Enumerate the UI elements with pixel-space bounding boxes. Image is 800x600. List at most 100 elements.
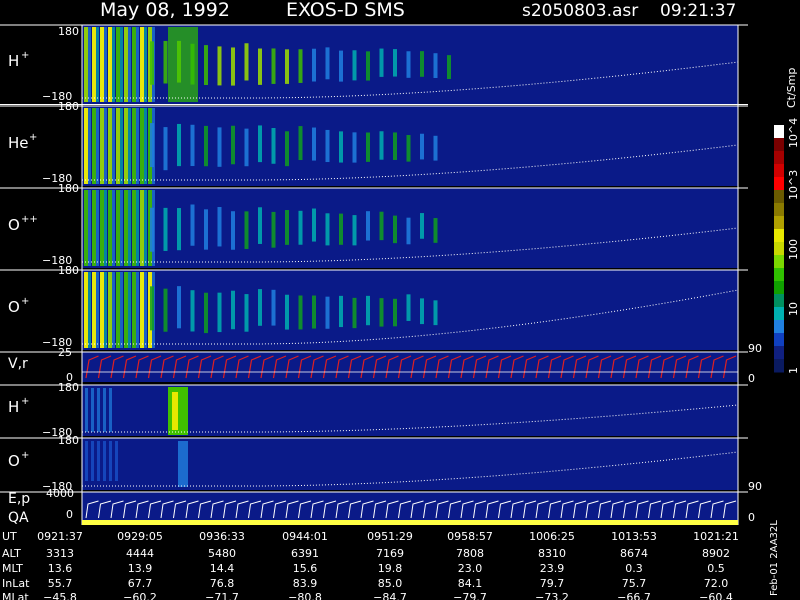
axis-tick: 180 xyxy=(58,381,79,394)
streak xyxy=(339,295,343,328)
table-cell: 0921:37 xyxy=(37,530,83,543)
streak xyxy=(91,388,94,432)
table-cell: 1013:53 xyxy=(611,530,657,543)
streak xyxy=(136,27,139,102)
streak xyxy=(366,132,370,162)
streak xyxy=(204,45,208,86)
table-cell: 0929:05 xyxy=(117,530,163,543)
axis-tick: 180 xyxy=(58,182,79,195)
streak xyxy=(190,290,195,332)
table-cell: 23.9 xyxy=(540,562,565,575)
streak xyxy=(393,49,397,77)
table-cell: −71.7 xyxy=(205,591,239,600)
streak xyxy=(144,27,147,102)
streak xyxy=(285,49,289,84)
colorbar-swatch xyxy=(774,203,784,217)
colorbar-swatch xyxy=(774,320,784,334)
streak xyxy=(420,213,424,239)
streak xyxy=(88,27,91,102)
streak xyxy=(298,49,303,83)
streak xyxy=(96,190,99,266)
streak xyxy=(379,211,384,241)
panel-label-sup: + xyxy=(21,396,29,407)
streak xyxy=(231,211,235,250)
panel-label-op: O + xyxy=(8,296,29,316)
streak xyxy=(271,48,276,84)
streak xyxy=(190,204,195,246)
colorbar-swatch xyxy=(774,229,784,243)
streak xyxy=(177,123,181,167)
streak xyxy=(325,47,330,80)
table-cell: 4444 xyxy=(126,547,154,560)
streak xyxy=(103,441,106,481)
header-date: May 08, 1992 xyxy=(100,0,230,21)
streak xyxy=(128,108,131,184)
streak xyxy=(312,208,316,242)
streak xyxy=(96,108,99,184)
streak xyxy=(325,129,330,163)
streak xyxy=(100,272,104,348)
streak xyxy=(231,47,235,86)
streak xyxy=(92,27,96,102)
table-cell: 75.7 xyxy=(622,577,647,590)
table-cell: 15.6 xyxy=(293,562,318,575)
table-cell: −45.8 xyxy=(43,591,77,600)
table-row-label: MLat xyxy=(2,591,29,600)
streak xyxy=(244,43,249,81)
streak xyxy=(420,133,424,160)
colorbar-tick: 100 xyxy=(787,239,800,260)
streak xyxy=(244,128,249,167)
streak xyxy=(433,53,438,78)
header-time: 09:21:37 xyxy=(660,1,736,21)
streak xyxy=(339,213,343,245)
table-cell: −73.2 xyxy=(535,591,569,600)
streak xyxy=(88,108,91,184)
streak xyxy=(128,190,131,266)
table-cell: 72.0 xyxy=(704,577,729,590)
streak xyxy=(100,27,104,102)
table-row-label: ALT xyxy=(2,547,21,560)
streak xyxy=(352,215,357,246)
streak xyxy=(352,50,357,81)
streak xyxy=(124,190,128,266)
axis-tick: 0 xyxy=(66,508,73,521)
table-cell: 0.5 xyxy=(707,562,725,575)
streak xyxy=(244,294,249,332)
streak xyxy=(132,272,136,348)
streak xyxy=(88,190,91,266)
streak xyxy=(116,108,120,184)
panel-label-h: H + xyxy=(8,50,29,70)
colorbar-swatch xyxy=(774,307,784,321)
streak xyxy=(217,207,222,247)
streak xyxy=(406,51,411,78)
colorbar-swatch xyxy=(774,255,784,269)
streak xyxy=(217,46,222,86)
table-cell: 79.7 xyxy=(540,577,565,590)
table-row-label: InLat xyxy=(2,577,30,590)
table-cell: −60.4 xyxy=(699,591,733,600)
streak xyxy=(84,27,88,102)
streak xyxy=(128,27,131,102)
streak xyxy=(112,190,115,266)
colorbar-swatch xyxy=(774,190,784,204)
table-cell: 8310 xyxy=(538,547,566,560)
table-cell: 5480 xyxy=(208,547,236,560)
streak xyxy=(128,272,131,348)
streak xyxy=(258,125,262,163)
table-cell: 1021:21 xyxy=(693,530,739,543)
streak xyxy=(140,190,144,266)
colorbar-swatch xyxy=(774,359,784,373)
streak xyxy=(231,290,235,330)
table-cell: 0.3 xyxy=(625,562,643,575)
streak xyxy=(433,218,438,243)
streak xyxy=(433,135,438,161)
colorbar-swatch xyxy=(774,151,784,165)
colorbar-unit: Ct/Smp xyxy=(785,68,798,108)
streak xyxy=(393,215,397,244)
streak xyxy=(96,27,99,102)
colorbar-swatch xyxy=(774,281,784,295)
table-cell: 0936:33 xyxy=(199,530,245,543)
streak xyxy=(231,125,235,165)
streak xyxy=(178,441,188,487)
table-cell: 0958:57 xyxy=(447,530,493,543)
